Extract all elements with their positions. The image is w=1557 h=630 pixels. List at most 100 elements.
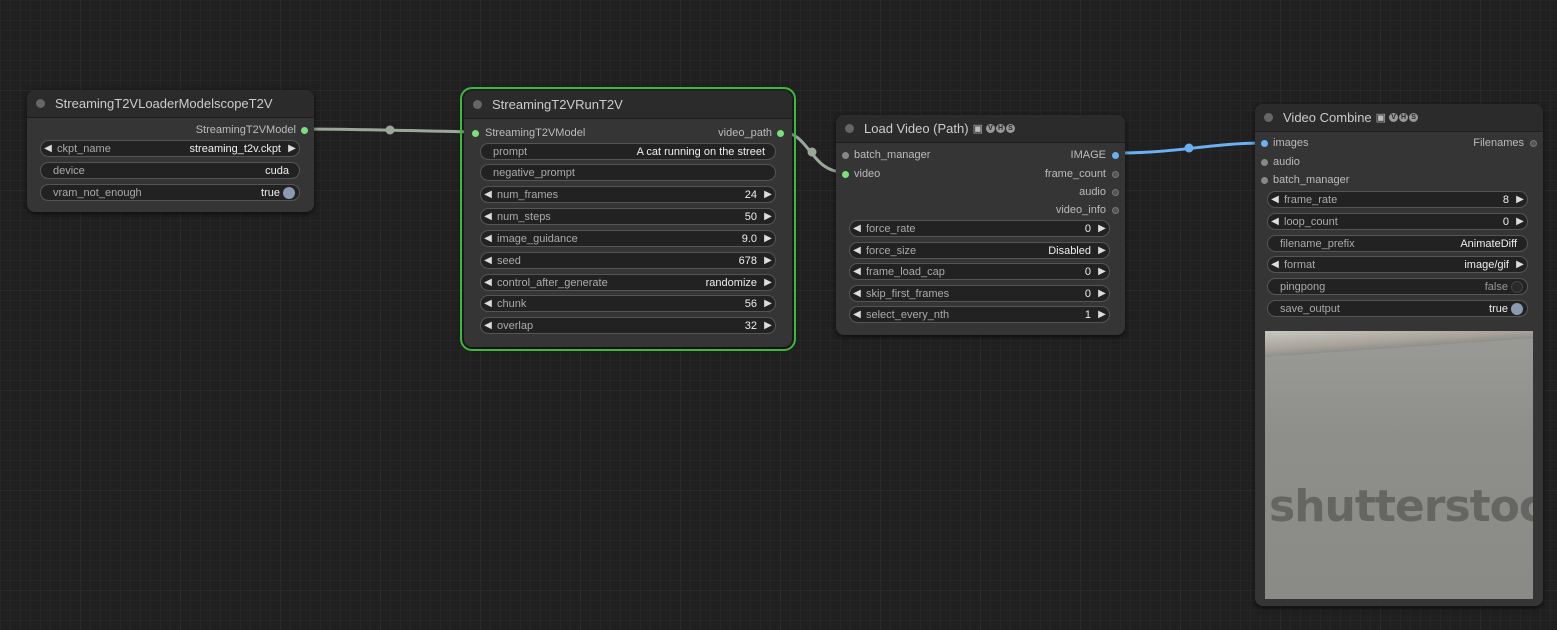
collapse-dot-icon[interactable] xyxy=(473,100,482,109)
input-slot-icon[interactable] xyxy=(1261,139,1268,147)
arrow-right-icon[interactable]: ▶ xyxy=(1095,266,1109,277)
arrow-right-icon[interactable]: ▶ xyxy=(1513,194,1527,205)
arrow-right-icon[interactable]: ▶ xyxy=(761,320,775,331)
arrow-left-icon[interactable]: ◀ xyxy=(481,298,495,309)
arrow-right-icon[interactable]: ▶ xyxy=(761,298,775,309)
input-images[interactable]: images xyxy=(1261,137,1308,149)
widget-loop-count[interactable]: ◀ loop_count 0 ▶ xyxy=(1267,213,1528,230)
input-batch-manager[interactable]: batch_manager xyxy=(1261,174,1349,186)
input-slot-icon[interactable] xyxy=(472,129,479,137)
widget-frame-load-cap[interactable]: ◀ frame_load_cap 0 ▶ xyxy=(849,263,1110,280)
widget-negative-prompt[interactable]: negative_prompt xyxy=(480,164,776,181)
arrow-left-icon[interactable]: ◀ xyxy=(850,288,864,299)
widget-prompt[interactable]: prompt A cat running on the street xyxy=(480,143,776,160)
input-slot-icon[interactable] xyxy=(842,151,849,159)
widget-chunk[interactable]: ◀ chunk 56 ▶ xyxy=(480,295,776,312)
arrow-left-icon[interactable]: ◀ xyxy=(481,277,495,288)
arrow-left-icon[interactable]: ◀ xyxy=(481,189,495,200)
toggle-on-icon[interactable] xyxy=(283,186,295,199)
arrow-right-icon[interactable]: ▶ xyxy=(1095,245,1109,256)
arrow-right-icon[interactable]: ▶ xyxy=(1095,223,1109,234)
widget-num-frames[interactable]: ◀ num_frames 24 ▶ xyxy=(480,186,776,203)
arrow-left-icon[interactable]: ◀ xyxy=(850,266,864,277)
output-image[interactable]: IMAGE xyxy=(1071,149,1119,161)
widget-device[interactable]: device cuda xyxy=(40,162,300,179)
output-video-info[interactable]: video_info xyxy=(1056,204,1119,216)
node-run-title-bar[interactable]: StreamingT2VRunT2V xyxy=(464,91,792,119)
output-slot-icon[interactable] xyxy=(777,129,784,137)
arrow-right-icon[interactable]: ▶ xyxy=(285,143,299,154)
widget-force-rate[interactable]: ◀ force_rate 0 ▶ xyxy=(849,220,1110,237)
arrow-right-icon[interactable]: ▶ xyxy=(1095,309,1109,320)
widget-force-size[interactable]: ◀ force_size Disabled ▶ xyxy=(849,242,1110,259)
input-slot-icon[interactable] xyxy=(842,170,849,178)
output-slot-icon[interactable] xyxy=(1112,188,1119,196)
widget-save-output[interactable]: save_output true xyxy=(1267,300,1528,317)
collapse-dot-icon[interactable] xyxy=(1264,113,1273,122)
link-image[interactable] xyxy=(1115,141,1265,155)
arrow-right-icon[interactable]: ▶ xyxy=(1095,288,1109,299)
arrow-right-icon[interactable]: ▶ xyxy=(761,233,775,244)
widget-select-every-nth[interactable]: ◀ select_every_nth 1 ▶ xyxy=(849,306,1110,323)
arrow-left-icon[interactable]: ◀ xyxy=(481,255,495,266)
video-preview[interactable]: shutterstock xyxy=(1265,331,1533,599)
input-batch-manager[interactable]: batch_manager xyxy=(842,149,930,161)
node-video-combine-title-bar[interactable]: Video Combine ▣ V H S xyxy=(1255,104,1543,132)
arrow-left-icon[interactable]: ◀ xyxy=(850,309,864,320)
input-slot-icon[interactable] xyxy=(1261,158,1268,166)
arrow-right-icon[interactable]: ▶ xyxy=(761,277,775,288)
arrow-left-icon[interactable]: ◀ xyxy=(41,143,55,154)
input-model[interactable]: StreamingT2VModel xyxy=(472,127,585,139)
arrow-left-icon[interactable]: ◀ xyxy=(850,223,864,234)
widget-vram-not-enough[interactable]: vram_not_enough true xyxy=(40,184,300,201)
arrow-left-icon[interactable]: ◀ xyxy=(481,233,495,244)
output-slot-icon[interactable] xyxy=(1112,206,1119,214)
arrow-right-icon[interactable]: ▶ xyxy=(761,211,775,222)
widget-format[interactable]: ◀ format image/gif ▶ xyxy=(1267,256,1528,273)
collapse-dot-icon[interactable] xyxy=(845,124,854,133)
widget-overlap[interactable]: ◀ overlap 32 ▶ xyxy=(480,317,776,334)
output-slot-icon[interactable] xyxy=(1112,151,1119,159)
arrow-right-icon[interactable]: ▶ xyxy=(761,189,775,200)
input-video[interactable]: video xyxy=(842,168,880,180)
node-run[interactable]: StreamingT2VRunT2V StreamingT2VModel vid… xyxy=(460,87,796,351)
output-slot-icon[interactable] xyxy=(1112,170,1119,178)
widget-pingpong[interactable]: pingpong false xyxy=(1267,278,1528,295)
widget-ckpt-name[interactable]: ◀ ckpt_name streaming_t2v.ckpt ▶ xyxy=(40,140,300,157)
output-audio[interactable]: audio xyxy=(1079,186,1119,198)
output-filenames[interactable]: Filenames xyxy=(1473,137,1537,149)
node-load-video[interactable]: Load Video (Path) ▣ V H S batch_manager … xyxy=(836,115,1125,335)
widget-frame-rate[interactable]: ◀ frame_rate 8 ▶ xyxy=(1267,191,1528,208)
output-slot-icon[interactable] xyxy=(301,126,308,134)
link-model[interactable] xyxy=(303,127,476,134)
output-video-path[interactable]: video_path xyxy=(718,127,784,139)
node-loader-title-bar[interactable]: StreamingT2VLoaderModelscopeT2V xyxy=(27,90,314,118)
arrow-left-icon[interactable]: ◀ xyxy=(481,320,495,331)
node-load-video-title-bar[interactable]: Load Video (Path) ▣ V H S xyxy=(836,115,1125,143)
widget-image-guidance[interactable]: ◀ image_guidance 9.0 ▶ xyxy=(480,230,776,247)
arrow-right-icon[interactable]: ▶ xyxy=(1513,216,1527,227)
arrow-right-icon[interactable]: ▶ xyxy=(1513,259,1527,270)
arrow-left-icon[interactable]: ◀ xyxy=(1268,259,1282,270)
arrow-left-icon[interactable]: ◀ xyxy=(481,211,495,222)
toggle-off-icon[interactable] xyxy=(1511,280,1523,293)
widget-skip-first-frames[interactable]: ◀ skip_first_frames 0 ▶ xyxy=(849,285,1110,302)
toggle-on-icon[interactable] xyxy=(1511,302,1523,315)
widget-seed[interactable]: ◀ seed 678 ▶ xyxy=(480,252,776,269)
arrow-left-icon[interactable]: ◀ xyxy=(850,245,864,256)
widget-control-after-generate[interactable]: ◀ control_after_generate randomize ▶ xyxy=(480,274,776,291)
widget-num-steps[interactable]: ◀ num_steps 50 ▶ xyxy=(480,208,776,225)
link-image-midpoint[interactable] xyxy=(1184,143,1194,153)
widget-filename-prefix[interactable]: filename_prefix AnimateDiff xyxy=(1267,235,1528,252)
arrow-left-icon[interactable]: ◀ xyxy=(1268,216,1282,227)
arrow-right-icon[interactable]: ▶ xyxy=(761,255,775,266)
input-audio[interactable]: audio xyxy=(1261,156,1300,168)
output-slot-icon[interactable] xyxy=(1530,139,1537,147)
output-model[interactable]: StreamingT2VModel xyxy=(196,124,308,136)
node-loader[interactable]: StreamingT2VLoaderModelscopeT2V Streamin… xyxy=(27,90,314,212)
output-frame-count[interactable]: frame_count xyxy=(1045,168,1119,180)
link-video-path-midpoint[interactable] xyxy=(807,147,817,157)
arrow-left-icon[interactable]: ◀ xyxy=(1268,194,1282,205)
collapse-dot-icon[interactable] xyxy=(36,99,45,108)
link-model-midpoint[interactable] xyxy=(385,125,395,135)
